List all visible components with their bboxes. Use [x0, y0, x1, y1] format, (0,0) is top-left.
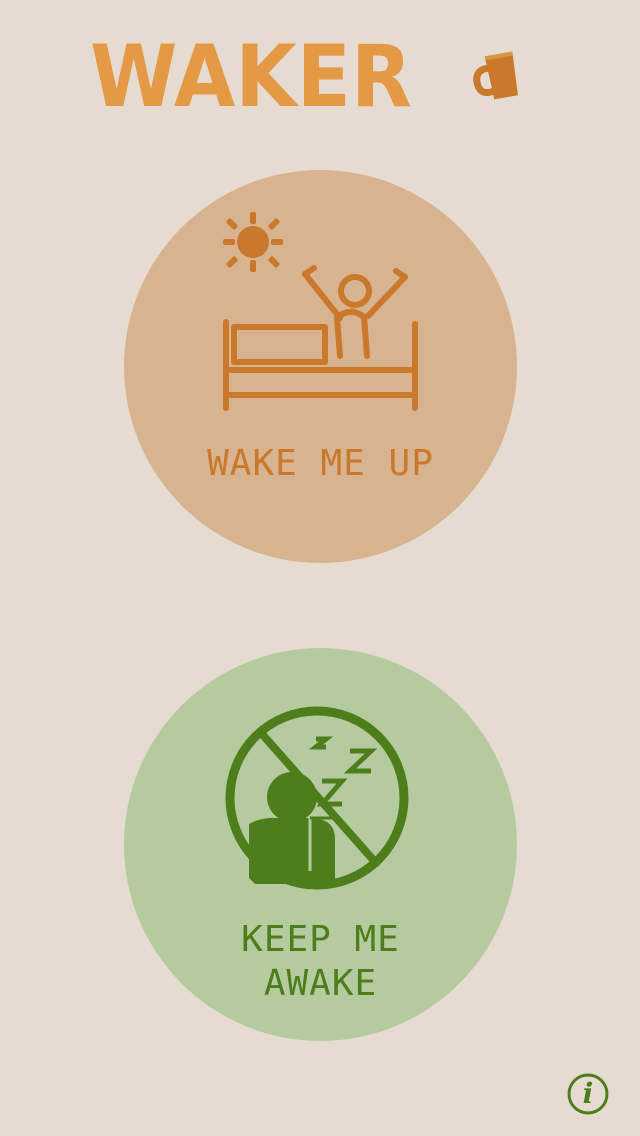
- wake-me-up-button[interactable]: WAKE ME UP: [124, 170, 517, 563]
- keep-me-awake-label: KEEP ME AWAKE: [241, 919, 400, 1004]
- svg-text:i: i: [583, 1077, 594, 1110]
- app-header: WAKER: [0, 0, 640, 150]
- waking-person-in-bed-icon: [223, 212, 418, 411]
- info-icon[interactable]: i: [566, 1072, 610, 1116]
- keep-me-awake-button[interactable]: KEEP ME AWAKE: [124, 648, 517, 1041]
- waker-logo: WAKER: [90, 36, 412, 112]
- sun-icon: [223, 212, 283, 272]
- coffee-mug-icon: [473, 51, 518, 100]
- svg-text:WAKER: WAKER: [90, 36, 412, 112]
- wake-me-up-label: WAKE ME UP: [207, 443, 434, 484]
